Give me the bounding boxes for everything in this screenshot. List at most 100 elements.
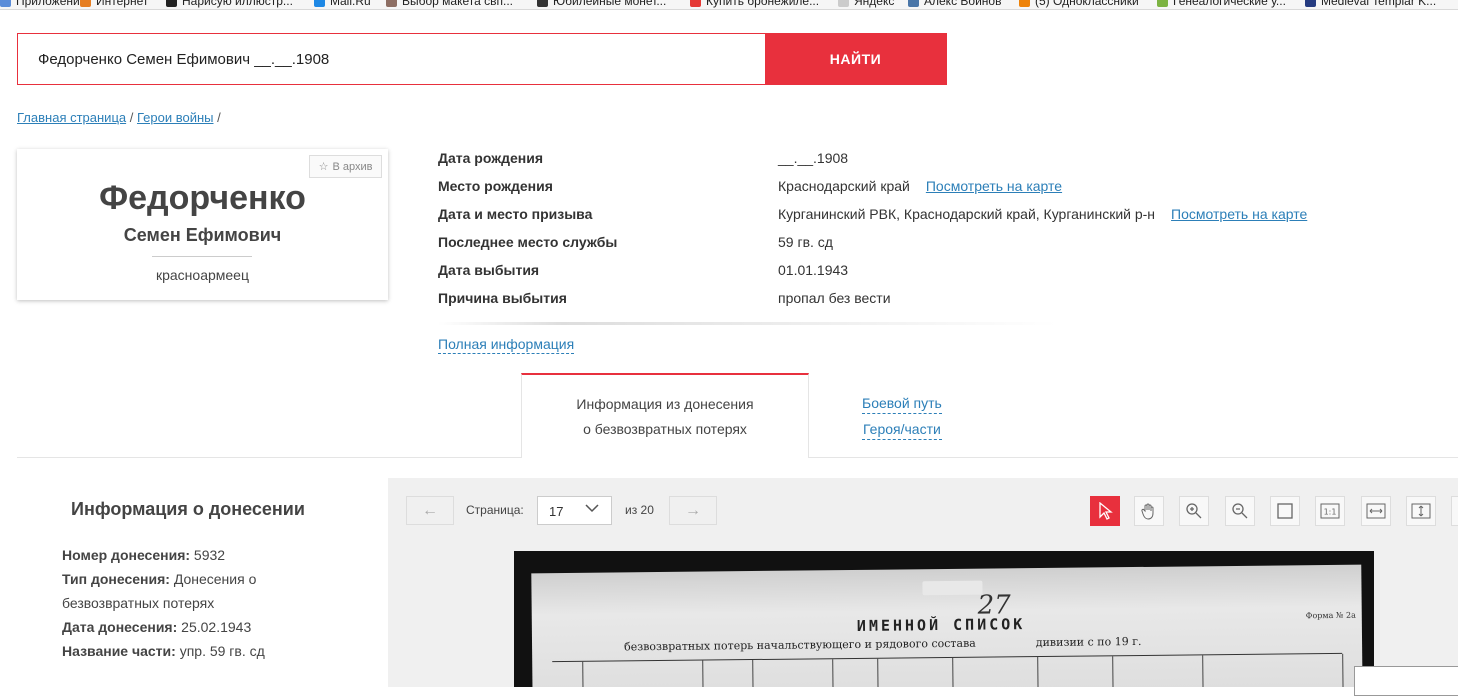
chevron-down-icon <box>585 502 599 516</box>
view-on-map-link[interactable]: Посмотреть на карте <box>1171 206 1307 222</box>
archive-button[interactable]: ☆ В архив <box>309 155 382 178</box>
bookmark-label: Интернет <box>96 0 149 8</box>
detail-label: Дата рождения <box>438 150 544 166</box>
vk-icon <box>908 0 919 8</box>
bookmark-item[interactable]: (5) Одноклассники <box>1019 0 1139 8</box>
detail-label: Последнее место службы <box>438 234 618 250</box>
tree-icon <box>1157 0 1168 8</box>
hand-icon <box>1141 503 1154 520</box>
tab-loss-report[interactable]: Информация из донесения о безвозвратных … <box>521 373 809 458</box>
report-number-label: Номер донесения: <box>62 547 191 563</box>
bookmark-icon <box>386 0 397 8</box>
person-card: ☆ В архив Федорченко Семен Ефимович крас… <box>17 149 388 300</box>
report-info-title: Информация о донесении <box>71 499 305 519</box>
divider <box>438 322 1058 325</box>
breadcrumb-heroes-link[interactable]: Герои войны <box>137 110 214 125</box>
detail-value: __.__.1908 <box>778 150 849 166</box>
zoom-in-icon <box>1186 503 1202 519</box>
fit-height-icon <box>1411 503 1431 519</box>
coin-icon <box>537 0 548 8</box>
tab-label-line: Информация из донесения <box>576 396 754 412</box>
svg-text:1:1: 1:1 <box>1324 508 1337 517</box>
document-heading: ИМЕННОЙ СПИСОК <box>856 615 1026 635</box>
detail-value: пропал без вести <box>778 290 891 306</box>
fit-width-button[interactable] <box>1361 496 1391 526</box>
report-unit: упр. 59 гв. сд <box>179 643 265 659</box>
page-icon <box>838 0 849 8</box>
tab-combat-path[interactable]: Боевой путь Героя/части <box>862 393 942 445</box>
view-on-map-link[interactable]: Посмотреть на карте <box>926 178 1062 194</box>
detail-value: 59 гв. сд <box>778 234 833 250</box>
bookmark-item[interactable]: Купить бронежиле... <box>690 0 819 8</box>
bookmark-item[interactable]: Приложения <box>0 0 86 8</box>
actual-size-icon: 1:1 <box>1320 503 1340 519</box>
fit-height-button[interactable] <box>1406 496 1436 526</box>
fit-width-icon <box>1366 503 1386 519</box>
bookmark-item[interactable]: Юбилейные монет... <box>537 0 666 8</box>
document-tab <box>922 580 983 596</box>
hand-tool-button[interactable] <box>1134 496 1164 526</box>
bookmark-label: Алекс Войнов <box>924 0 1002 8</box>
document-page: 27 ИМЕННОЙ СПИСОК Форма № 2а безвозвратн… <box>531 564 1363 687</box>
bookmark-label: Выбор макета свп... <box>402 0 514 8</box>
bookmark-label: Приложения <box>16 0 87 8</box>
prev-page-button[interactable]: ← <box>406 496 454 525</box>
bookmark-label: Купить бронежиле... <box>706 0 820 8</box>
archive-label: В архив <box>332 160 373 173</box>
breadcrumb-home-link[interactable]: Главная страница <box>17 110 126 125</box>
scroll-corner <box>1354 666 1458 696</box>
bookmark-item[interactable]: Нарисую иллюстр... <box>166 0 293 8</box>
pointer-tool-button[interactable] <box>1090 496 1120 526</box>
full-info-link[interactable]: Полная информация <box>438 336 575 354</box>
page-label: Страница: <box>466 503 524 517</box>
search-input[interactable] <box>18 34 765 84</box>
detail-label: Причина выбытия <box>438 290 567 306</box>
report-type-label: Тип донесения: <box>62 571 170 587</box>
detail-label: Дата выбытия <box>438 262 540 278</box>
more-tools-button[interactable] <box>1451 496 1458 526</box>
shield-icon <box>690 0 701 8</box>
document-form-number: Форма № 2а <box>1305 610 1356 621</box>
bookmark-label: Генеалогические у... <box>1173 0 1286 8</box>
paypal-icon <box>1305 0 1316 8</box>
document-table <box>552 652 1344 687</box>
tab-label-line: о безвозвратных потерях <box>583 421 747 437</box>
detail-value: Краснодарский край <box>778 178 910 194</box>
breadcrumb-separator: / <box>129 110 137 125</box>
divider <box>152 256 252 257</box>
bookmark-label: (5) Одноклассники <box>1035 0 1139 8</box>
detail-value: 01.01.1943 <box>778 262 849 278</box>
report-date: 25.02.1943 <box>181 619 252 635</box>
search-button[interactable]: НАЙТИ <box>765 34 946 84</box>
document-scan[interactable]: 27 ИМЕННОЙ СПИСОК Форма № 2а безвозвратн… <box>514 551 1374 687</box>
bookmark-label: Mail.Ru <box>330 0 371 8</box>
star-icon: ☆ <box>318 161 329 173</box>
bookmark-item[interactable]: Выбор макета свп... <box>386 0 513 8</box>
apps-icon <box>0 0 11 8</box>
bookmark-item[interactable]: Генеалогические у... <box>1157 0 1286 8</box>
bookmarks-bar: Приложения Интернет Нарисую иллюстр... Mail… <box>0 0 1458 10</box>
actual-size-button[interactable]: 1:1 <box>1315 496 1345 526</box>
bookmark-item[interactable]: Алекс Войнов <box>908 0 1001 8</box>
page-select[interactable]: 17 <box>537 496 612 525</box>
frame-button[interactable] <box>1270 496 1300 526</box>
arrow-right-icon: → <box>685 501 701 519</box>
document-subheading: безвозвратных потерь начальствующего и р… <box>623 634 1142 654</box>
person-rank: красноармеец <box>155 267 249 283</box>
k-letter-icon <box>166 0 177 8</box>
report-number: 5932 <box>193 547 226 563</box>
zoom-in-button[interactable] <box>1179 496 1209 526</box>
bookmark-item[interactable]: Mail.Ru <box>314 0 371 8</box>
arrow-left-icon: ← <box>422 501 438 519</box>
breadcrumb-separator: / <box>217 110 221 125</box>
breadcrumb: Главная страница / Герои войны / <box>17 110 221 125</box>
zoom-out-button[interactable] <box>1225 496 1255 526</box>
ok-icon <box>1019 0 1030 8</box>
bookmark-item[interactable]: Яндекс <box>838 0 894 8</box>
bookmark-item[interactable]: Интернет <box>80 0 148 8</box>
bookmark-item[interactable]: Medieval Templar K... <box>1305 0 1436 8</box>
person-surname: Федорченко <box>99 179 306 217</box>
tab-label-line: Героя/части <box>862 419 942 440</box>
mailru-icon <box>314 0 325 8</box>
next-page-button[interactable]: → <box>669 496 717 525</box>
